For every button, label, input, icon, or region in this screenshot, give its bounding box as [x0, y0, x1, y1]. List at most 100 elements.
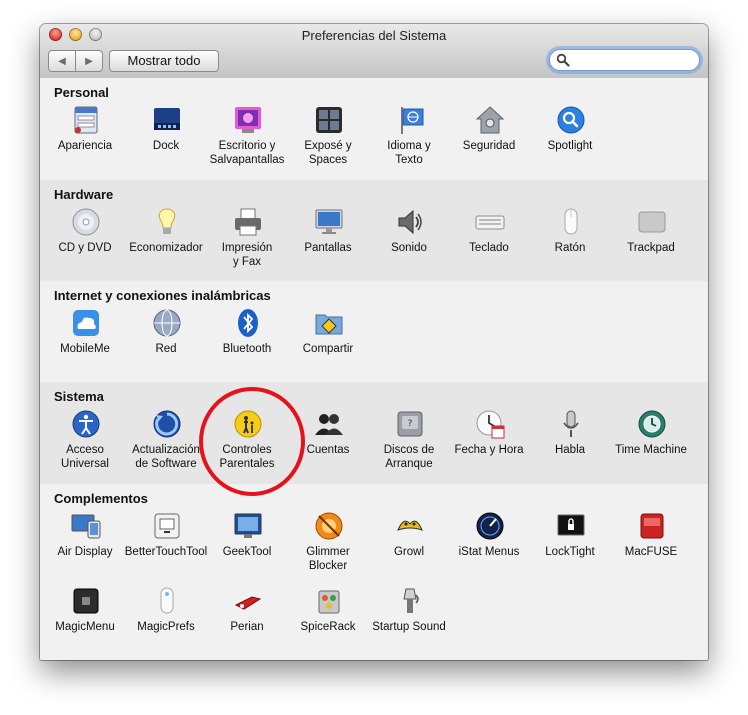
pref-pane-macfuse[interactable]: MacFUSE	[609, 504, 693, 578]
dock-icon	[154, 108, 180, 130]
pref-pane-magicprefs[interactable]: MagicPrefs	[124, 579, 208, 653]
istat-menus-icon	[476, 512, 504, 540]
pref-pane-sharing-folder[interactable]: Compartir	[286, 301, 370, 375]
section-0: Personal Apariencia Dock Escritorio y Salva…	[40, 78, 708, 181]
universal-access-icon	[72, 410, 100, 438]
pref-pane-speaker[interactable]: Sonido	[367, 200, 451, 274]
navigation-buttons: ◀ ▶	[48, 50, 103, 72]
show-all-button[interactable]: Mostrar todo	[109, 50, 219, 72]
pref-pane-desktop-screensaver[interactable]: Escritorio y Salvapantallas	[205, 98, 289, 172]
pref-pane-microphone[interactable]: Habla	[528, 402, 612, 476]
locktight-icon	[557, 514, 585, 536]
mouse-icon	[564, 208, 578, 235]
pref-pane-accounts[interactable]: Cuentas	[286, 402, 370, 476]
speaker-icon	[398, 209, 422, 235]
spicerack-icon	[318, 590, 340, 614]
pref-pane-dock[interactable]: Dock	[124, 98, 208, 172]
pref-pane-time-machine[interactable]: Time Machine	[609, 402, 693, 476]
pref-pane-bettertouchtool[interactable]: BetterTouchTool	[124, 504, 208, 578]
pref-pane-locktight[interactable]: LockTight	[528, 504, 612, 578]
pref-pane-label: Time Machine	[615, 444, 687, 456]
pref-pane-mobileme-cloud[interactable]: MobileMe	[43, 301, 127, 375]
pref-pane-universal-access[interactable]: Acceso Universal	[43, 402, 127, 476]
pref-pane-display[interactable]: Pantallas	[286, 200, 370, 274]
pref-pane-language-text[interactable]: Idioma y Texto	[367, 98, 451, 172]
pref-pane-glimmerblocker[interactable]: Glimmer Blocker	[286, 504, 370, 578]
startup-sound-icon	[403, 588, 419, 613]
trackpad-icon	[638, 211, 666, 233]
keyboard-icon	[475, 215, 505, 230]
geektool-icon	[234, 513, 262, 538]
pref-pane-lightbulb[interactable]: Economizador	[124, 200, 208, 274]
pref-pane-appearance[interactable]: Apariencia	[43, 98, 127, 172]
parental-controls-icon	[234, 410, 262, 438]
display-icon	[315, 209, 343, 234]
cd-dvd-icon	[72, 208, 100, 236]
time-machine-icon	[638, 410, 666, 438]
search-input[interactable]	[572, 52, 692, 68]
spotlight-icon	[557, 106, 585, 134]
back-arrow-icon: ◀	[58, 55, 66, 67]
pref-pane-cd-dvd[interactable]: CD y DVD	[43, 200, 127, 274]
pref-pane-spicerack[interactable]: SpiceRack	[286, 579, 370, 653]
svg-text:?: ?	[408, 419, 413, 429]
growl-icon	[397, 520, 423, 531]
pref-pane-magicmenu[interactable]: MagicMenu	[43, 579, 127, 653]
pref-pane-printer[interactable]: Impresión y Fax	[205, 200, 289, 274]
microphone-icon	[563, 410, 579, 437]
back-button[interactable]: ◀	[49, 51, 75, 71]
pref-pane-label: Trackpad	[627, 242, 675, 254]
sharing-folder-icon	[315, 314, 343, 335]
pref-pane-date-time-clock[interactable]: Fecha y Hora	[447, 402, 531, 476]
desktop-screensaver-icon	[235, 107, 261, 133]
pref-pane-software-update[interactable]: Actualización de Software	[124, 402, 208, 476]
window-title: Preferencias del Sistema	[301, 28, 447, 43]
pref-pane-spotlight[interactable]: Spotlight	[528, 98, 612, 172]
pref-pane-air-display[interactable]: Air Display	[43, 504, 127, 578]
software-update-icon	[153, 410, 181, 438]
pref-pane-label: Compartir	[302, 343, 354, 355]
pref-pane-growl[interactable]: Growl	[367, 504, 451, 578]
air-display-icon	[71, 514, 101, 539]
appearance-icon	[74, 106, 98, 134]
section-4: Complementos Air Display BetterTouchTool Ge…	[40, 484, 708, 660]
macfuse-icon	[640, 513, 664, 539]
pref-pane-keyboard[interactable]: Teclado	[447, 200, 531, 274]
pref-pane-geektool[interactable]: GeekTool	[205, 504, 289, 578]
perian-icon	[234, 596, 262, 610]
forward-arrow-icon: ▶	[85, 55, 93, 67]
pref-pane-mouse[interactable]: Ratón	[528, 200, 612, 274]
pref-pane-label: Startup Sound	[372, 621, 446, 633]
security-house-icon	[475, 106, 505, 134]
mobileme-cloud-icon	[73, 310, 99, 336]
network-globe-icon	[153, 309, 181, 337]
startup-disk-icon: ?	[397, 411, 423, 437]
accounts-icon	[315, 414, 343, 435]
system-preferences-window: Preferencias del Sistema ◀ ▶ Mostrar tod…	[40, 24, 708, 660]
pref-pane-bluetooth[interactable]: Bluetooth	[205, 301, 289, 375]
pref-pane-startup-sound[interactable]: Startup Sound	[367, 579, 451, 653]
date-time-clock-icon	[476, 410, 505, 439]
printer-icon	[235, 208, 261, 236]
pref-pane-istat-menus[interactable]: iStat Menus	[447, 504, 531, 578]
toolbar: Preferencias del Sistema ◀ ▶ Mostrar tod…	[40, 24, 708, 79]
bluetooth-icon	[238, 309, 258, 337]
forward-button[interactable]: ▶	[75, 51, 102, 71]
search-field[interactable]	[549, 49, 700, 71]
pref-pane-expose-spaces[interactable]: Exposé y Spaces	[286, 98, 370, 172]
pref-pane-perian[interactable]: Perian	[205, 579, 289, 653]
lightbulb-icon	[158, 208, 176, 234]
language-text-icon	[401, 107, 424, 134]
pref-pane-network-globe[interactable]: Red	[124, 301, 208, 375]
pref-pane-security-house[interactable]: Seguridad	[447, 98, 531, 172]
magicmenu-icon	[73, 588, 99, 614]
pref-pane-parental-controls[interactable]: Controles Parentales	[205, 402, 289, 476]
pref-pane-startup-disk[interactable]: ? Discos de Arranque	[367, 402, 451, 476]
pref-pane-trackpad[interactable]: Trackpad	[609, 200, 693, 274]
magicprefs-icon	[160, 587, 174, 614]
section-2: Internet y conexiones inalámbricas Mobile…	[40, 281, 708, 383]
pref-pane-label: MacFUSE	[624, 546, 678, 558]
expose-spaces-icon	[316, 107, 342, 133]
pref-pane-label: Spotlight	[547, 140, 593, 152]
section-3: Sistema Acceso Universal Actualización de …	[40, 382, 708, 485]
